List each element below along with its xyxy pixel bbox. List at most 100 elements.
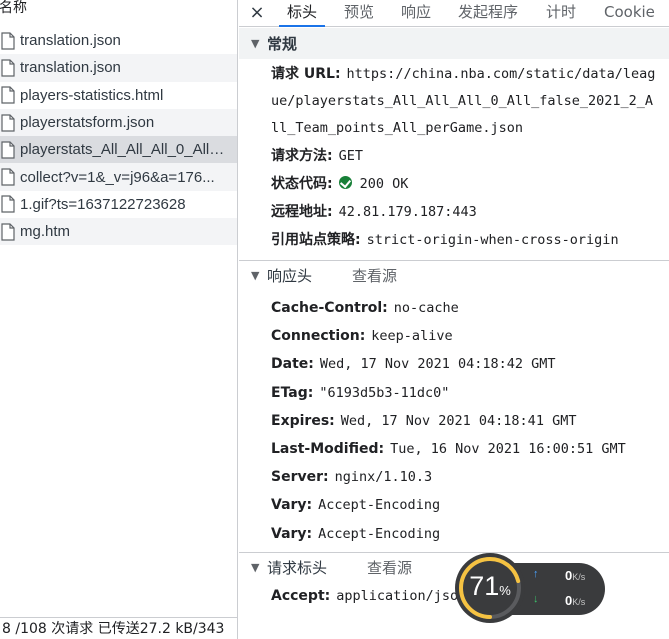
tab-response[interactable]: 响应: [401, 0, 431, 27]
document-icon: [1, 141, 15, 159]
download-arrow-icon: ↓: [533, 593, 539, 605]
header-key: Server:: [271, 469, 329, 486]
header-key: Last-Modified:: [271, 441, 385, 458]
header-key: Date:: [271, 356, 314, 373]
request-summary-status: 8 /108 次请求 已传送27.2 kB/343: [0, 617, 237, 639]
header-value: Wed, 17 Nov 2021 04:18:41 GMT: [340, 412, 577, 429]
response-view-source-link[interactable]: 查看源: [352, 265, 397, 286]
upload-speed-unit: K/s: [572, 572, 586, 582]
header-key: Connection:: [271, 328, 366, 345]
request-url-label: 请求 URL:: [271, 66, 341, 82]
header-key: Expires:: [271, 412, 335, 429]
status-code-value: 200 OK: [359, 176, 409, 192]
request-name: 1.gif?ts=1637122723628: [20, 195, 186, 213]
general-section-header[interactable]: ▼ 常规: [239, 28, 669, 59]
request-method-label: 请求方法:: [271, 148, 333, 164]
response-header-row: Connection: keep-alive: [239, 322, 669, 350]
close-icon[interactable]: ×: [248, 2, 266, 24]
name-column-label: 名称: [0, 0, 27, 16]
response-headers-title: 响应头: [267, 267, 313, 285]
header-key: ETag:: [271, 384, 314, 401]
header-key: Accept:: [271, 587, 331, 604]
request-url-row: 请求 URL: https://china.nba.com/static/data…: [239, 61, 669, 142]
header-value: Accept-Encoding: [318, 525, 441, 542]
request-headers-title: 请求标头: [267, 558, 328, 577]
request-name: translation.json: [20, 32, 121, 50]
request-name: players-statistics.html: [20, 86, 164, 104]
name-column-header[interactable]: 名称: [0, 0, 237, 26]
memory-usage-percent: 71%: [455, 571, 525, 606]
tab-preview[interactable]: 预览: [344, 0, 374, 27]
request-row[interactable]: 1.gif?ts=1637122723628: [0, 191, 237, 218]
response-header-row: Server: nginx/1.10.3: [239, 463, 669, 491]
request-method-value: GET: [338, 148, 363, 164]
request-details-panel: × 标头 预览 响应 发起程序 计时 Cookie ▼ 常规 请求 URL: ht…: [239, 0, 669, 639]
response-header-row: Vary: Accept-Encoding: [239, 491, 669, 519]
download-speed-unit: K/s: [572, 597, 586, 607]
tab-timing[interactable]: 计时: [546, 0, 576, 27]
document-icon: [1, 86, 15, 104]
header-value: keep-alive: [371, 328, 453, 345]
document-icon: [1, 223, 15, 241]
percent-sign: %: [499, 583, 511, 598]
general-section-body: 请求 URL: https://china.nba.com/static/data…: [239, 59, 669, 260]
general-section-title: 常规: [267, 35, 298, 53]
memory-usage-gauge: 71%: [455, 553, 525, 623]
referrer-policy-label: 引用站点策略:: [271, 232, 361, 248]
response-header-row: Date: Wed, 17 Nov 2021 04:18:42 GMT: [239, 350, 669, 378]
triangle-down-icon: ▼: [251, 269, 260, 282]
response-header-row: ETag: "6193d5b3-11dc0": [239, 379, 669, 407]
request-view-source-link[interactable]: 查看源: [367, 557, 412, 578]
header-value: Wed, 17 Nov 2021 04:18:42 GMT: [319, 356, 556, 373]
request-row[interactable]: playerstatsform.json: [0, 108, 237, 137]
triangle-down-icon: ▼: [251, 37, 260, 50]
triangle-down-icon: ▼: [251, 560, 260, 574]
details-tabbar: × 标头 预览 响应 发起程序 计时 Cookie: [239, 0, 669, 27]
response-header-row: Last-Modified: Tue, 16 Nov 2021 16:00:51 …: [239, 435, 669, 463]
status-code-row: 状态代码: 200 OK: [239, 170, 669, 198]
request-name: collect?v=1&_v=j96&a=176...: [20, 168, 215, 186]
document-icon: [1, 59, 15, 77]
request-row[interactable]: translation.json: [0, 27, 237, 54]
status-ok-icon: [338, 176, 352, 189]
request-row[interactable]: mg.htm: [0, 218, 237, 246]
document-icon: [1, 195, 15, 214]
request-name: translation.json: [20, 59, 121, 77]
remote-address-row: 远程地址: 42.81.179.187:443: [239, 198, 669, 226]
header-key: Vary:: [271, 525, 313, 542]
document-icon: [1, 32, 15, 50]
header-value: "6193d5b3-11dc0": [319, 384, 450, 401]
headers-content: ▼ 常规 请求 URL: https://china.nba.com/static…: [239, 28, 669, 639]
request-row[interactable]: collect?v=1&_v=j96&a=176...: [0, 163, 237, 191]
header-value: Tue, 16 Nov 2021 16:00:51 GMT: [390, 441, 626, 458]
request-name: mg.htm: [20, 223, 71, 241]
response-header-row: Vary: Accept-Encoding: [239, 520, 669, 548]
request-row[interactable]: players-statistics.html: [0, 82, 237, 109]
header-value: nginx/1.10.3: [334, 469, 433, 486]
upload-speed: ↑ 0K/s: [529, 568, 605, 586]
remote-address-label: 远程地址:: [271, 204, 333, 220]
request-method-row: 请求方法: GET: [239, 142, 669, 170]
response-headers-section-header[interactable]: ▼ 响应头 查看源: [239, 260, 669, 290]
download-speed: ↓ 0K/s: [529, 593, 605, 611]
header-key: Vary:: [271, 497, 313, 514]
header-key: Cache-Control:: [271, 300, 388, 316]
request-name: playerstats_All_All_All_0_All_f...: [20, 141, 232, 159]
tab-headers[interactable]: 标头: [278, 0, 326, 27]
remote-address-value: 42.81.179.187:443: [338, 204, 477, 220]
tab-cookies[interactable]: Cookie: [604, 0, 655, 27]
percent-value: 71: [469, 571, 500, 601]
request-list: translation.json translation.json player…: [0, 27, 237, 246]
request-list-panel: 名称 translation.json translation.json pla…: [0, 0, 238, 639]
header-value: Accept-Encoding: [318, 497, 441, 514]
header-value: no-cache: [393, 300, 459, 316]
tab-initiator[interactable]: 发起程序: [458, 0, 518, 27]
request-name: playerstatsform.json: [20, 114, 155, 132]
response-header-row: Expires: Wed, 17 Nov 2021 04:18:41 GMT: [239, 407, 669, 435]
upload-arrow-icon: ↑: [533, 568, 539, 580]
referrer-policy-row: 引用站点策略: strict-origin-when-cross-origin: [239, 226, 669, 254]
document-icon: [1, 168, 15, 186]
network-speed-widget[interactable]: 71% ↑ 0K/s ↓ 0K/s: [455, 553, 605, 623]
request-row-selected[interactable]: playerstats_All_All_All_0_All_f...: [0, 136, 237, 164]
request-row[interactable]: translation.json: [0, 54, 237, 82]
